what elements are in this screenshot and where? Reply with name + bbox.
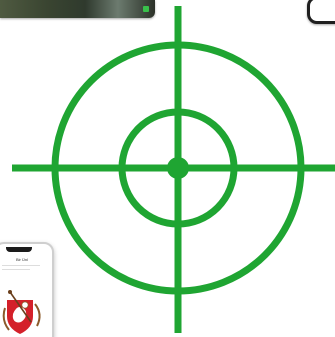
canvas: Bir Ünl — [0, 0, 335, 337]
crosshair-target-icon — [12, 6, 335, 333]
target-center-dot — [167, 157, 189, 179]
